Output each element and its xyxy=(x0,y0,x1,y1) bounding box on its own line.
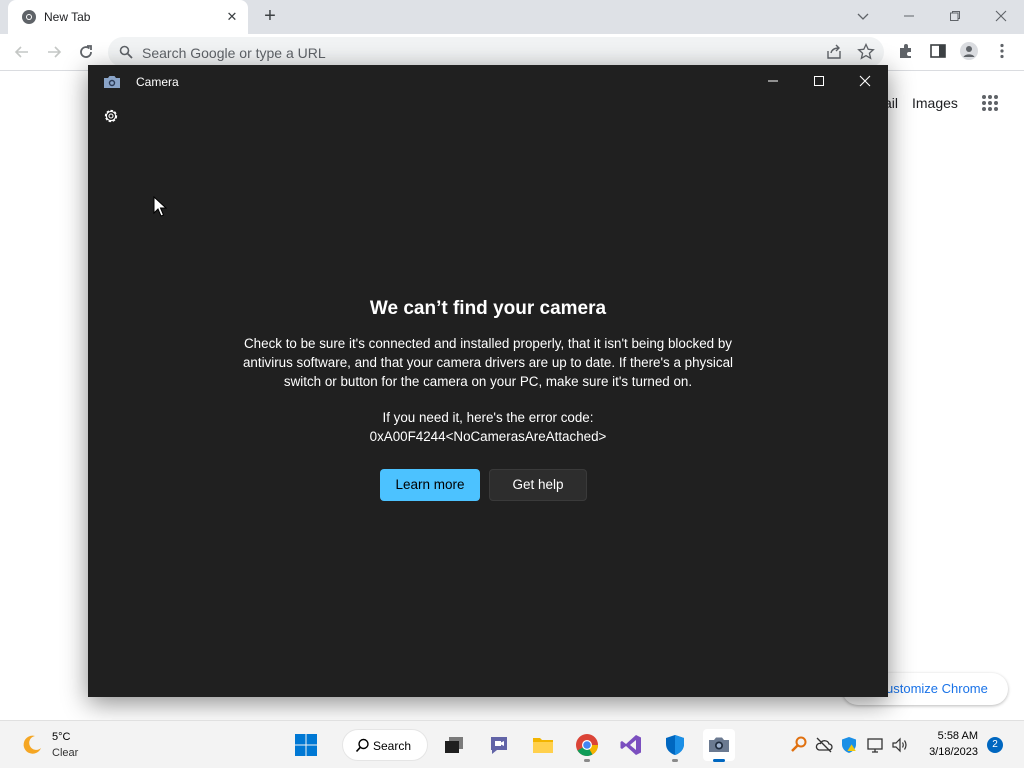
moon-weather-icon[interactable] xyxy=(20,733,44,757)
settings-gear-icon[interactable] xyxy=(102,107,120,125)
new-tab-button[interactable]: + xyxy=(260,6,280,27)
camera-window-title: Camera xyxy=(136,75,179,89)
search-key-tray-icon[interactable] xyxy=(790,736,808,754)
images-link[interactable]: Images xyxy=(912,95,958,111)
weather-condition: Clear xyxy=(52,747,79,759)
chat-icon xyxy=(491,737,507,754)
onedrive-offline-icon[interactable] xyxy=(815,736,833,754)
restore-icon[interactable] xyxy=(943,4,967,28)
get-help-button[interactable]: Get help xyxy=(489,469,587,501)
learn-more-button[interactable]: Learn more xyxy=(380,469,480,501)
visual-studio-button[interactable] xyxy=(615,729,647,761)
chat-button[interactable] xyxy=(483,729,515,761)
forward-arrow-icon[interactable] xyxy=(42,40,66,64)
menu-kebab-icon[interactable] xyxy=(993,42,1011,60)
camera-taskbar-button[interactable] xyxy=(703,729,735,762)
defender-button[interactable] xyxy=(659,729,691,762)
extensions-puzzle-icon[interactable] xyxy=(897,42,915,60)
error-description: Check to be sure it's connected and inst… xyxy=(242,336,734,389)
share-icon[interactable] xyxy=(825,43,843,61)
error-code: 0xA00F4244<NoCamerasAreAttached> xyxy=(369,429,607,444)
clock-time[interactable]: 5:58 AM xyxy=(922,730,978,742)
camera-app-icon xyxy=(104,76,120,88)
visual-studio-icon xyxy=(620,735,641,755)
tab-close-icon[interactable]: ✕ xyxy=(224,9,240,25)
defender-shield-icon xyxy=(666,735,684,755)
camera-close-icon[interactable] xyxy=(850,69,880,93)
running-indicator xyxy=(672,759,678,762)
network-icon[interactable] xyxy=(866,736,884,754)
tab-strip: New Tab ✕ + xyxy=(0,0,1024,34)
tab-title: New Tab xyxy=(44,10,91,24)
file-explorer-icon xyxy=(533,738,553,753)
start-button[interactable] xyxy=(290,729,322,761)
chrome-favicon-icon xyxy=(22,10,36,24)
minimize-icon[interactable] xyxy=(897,4,921,28)
volume-icon[interactable] xyxy=(891,736,909,754)
reload-icon[interactable] xyxy=(74,40,98,64)
customize-chrome-label: ustomize Chrome xyxy=(886,681,988,696)
search-icon xyxy=(119,45,133,59)
chrome-taskbar-button[interactable] xyxy=(571,729,603,762)
close-window-icon[interactable] xyxy=(989,4,1013,28)
security-warning-icon[interactable] xyxy=(840,736,858,754)
camera-app-window: Camera We can’t find your camera Check t… xyxy=(88,65,888,697)
error-code-label: If you need it, here's the error code: xyxy=(382,410,594,425)
taskbar: 5°C Clear Search 5:58 AM 3/18/2023 2 xyxy=(0,720,1024,768)
weather-temperature: 5°C xyxy=(52,731,71,743)
windows-logo-icon xyxy=(295,734,317,756)
address-bar-placeholder: Search Google or type a URL xyxy=(142,45,326,61)
camera-minimize-icon[interactable] xyxy=(758,69,788,93)
taskbar-search-button[interactable]: Search xyxy=(342,729,428,761)
back-arrow-icon[interactable] xyxy=(10,40,34,64)
google-apps-grid-icon[interactable] xyxy=(981,94,999,112)
bookmark-star-icon[interactable] xyxy=(857,43,875,61)
file-explorer-button[interactable] xyxy=(527,729,559,761)
mouse-cursor-icon xyxy=(153,196,167,217)
clock-date[interactable]: 3/18/2023 xyxy=(918,746,978,758)
notification-count-badge[interactable]: 2 xyxy=(987,737,1003,753)
search-icon xyxy=(355,738,369,753)
tab-search-chevron-icon[interactable] xyxy=(851,4,875,28)
address-bar[interactable]: Search Google or type a URL xyxy=(108,37,884,67)
active-indicator xyxy=(713,759,725,762)
side-panel-icon[interactable] xyxy=(929,42,947,60)
task-view-button[interactable] xyxy=(438,729,470,761)
chrome-icon xyxy=(576,734,598,756)
profile-avatar-icon[interactable] xyxy=(960,42,978,60)
error-title: We can’t find your camera xyxy=(369,298,607,319)
camera-maximize-icon[interactable] xyxy=(804,69,834,93)
tab-new-tab[interactable]: New Tab ✕ xyxy=(8,0,248,34)
camera-icon xyxy=(709,737,729,752)
task-view-icon xyxy=(445,737,463,753)
taskbar-search-label: Search xyxy=(373,739,412,753)
running-indicator xyxy=(584,759,590,762)
